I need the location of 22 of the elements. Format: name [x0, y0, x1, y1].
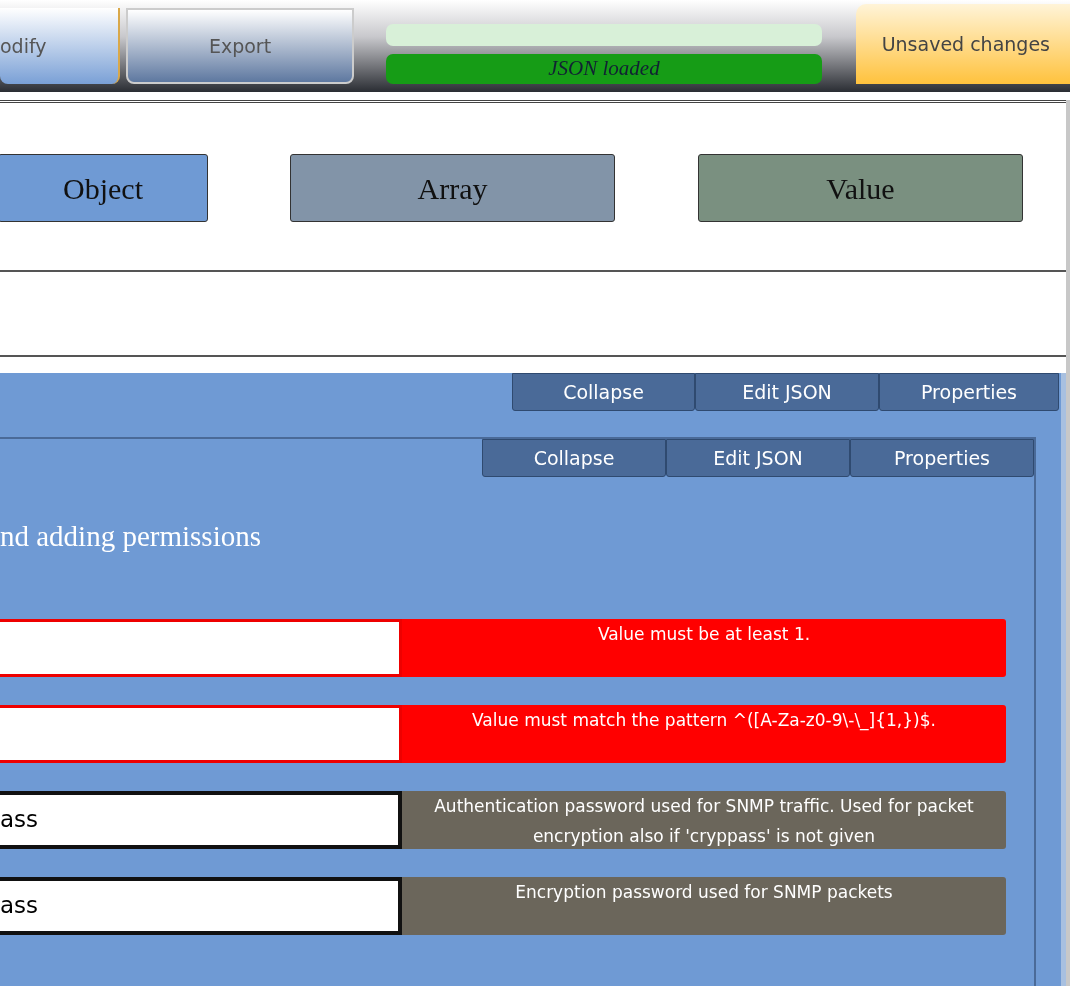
edit-json-button[interactable]: Edit JSON: [695, 373, 879, 411]
status-label: JSON loaded: [386, 54, 822, 84]
field-description: Encryption password used for SNMP packets: [402, 876, 1006, 935]
error-message: Value must match the pattern ^([A-Za-z0-9\-\_]{1,})$.: [402, 704, 1006, 763]
input-field[interactable]: [0, 704, 402, 763]
input-field[interactable]: [0, 618, 402, 677]
input-field[interactable]: ass: [0, 790, 402, 849]
error-message: Value must be at least 1.: [402, 618, 1006, 677]
array-button[interactable]: Array: [290, 154, 615, 222]
properties-button[interactable]: Properties: [850, 439, 1034, 477]
section-title: nd adding permissions: [0, 519, 262, 554]
edit-json-button[interactable]: Edit JSON: [666, 439, 850, 477]
collapse-button[interactable]: Collapse: [512, 373, 695, 411]
export-button[interactable]: Export: [126, 8, 354, 84]
collapse-button[interactable]: Collapse: [482, 439, 666, 477]
properties-button[interactable]: Properties: [879, 373, 1059, 411]
object-button[interactable]: Object: [0, 154, 208, 222]
modify-button[interactable]: odify: [0, 8, 120, 84]
value-button[interactable]: Value: [698, 154, 1023, 222]
field-description: Authentication password used for SNMP traffic. Used for packet encryption also if 'cryppass' is not given: [402, 790, 1006, 849]
input-field[interactable]: ass: [0, 876, 402, 935]
unsaved-changes-indicator: Unsaved changes: [856, 4, 1070, 84]
